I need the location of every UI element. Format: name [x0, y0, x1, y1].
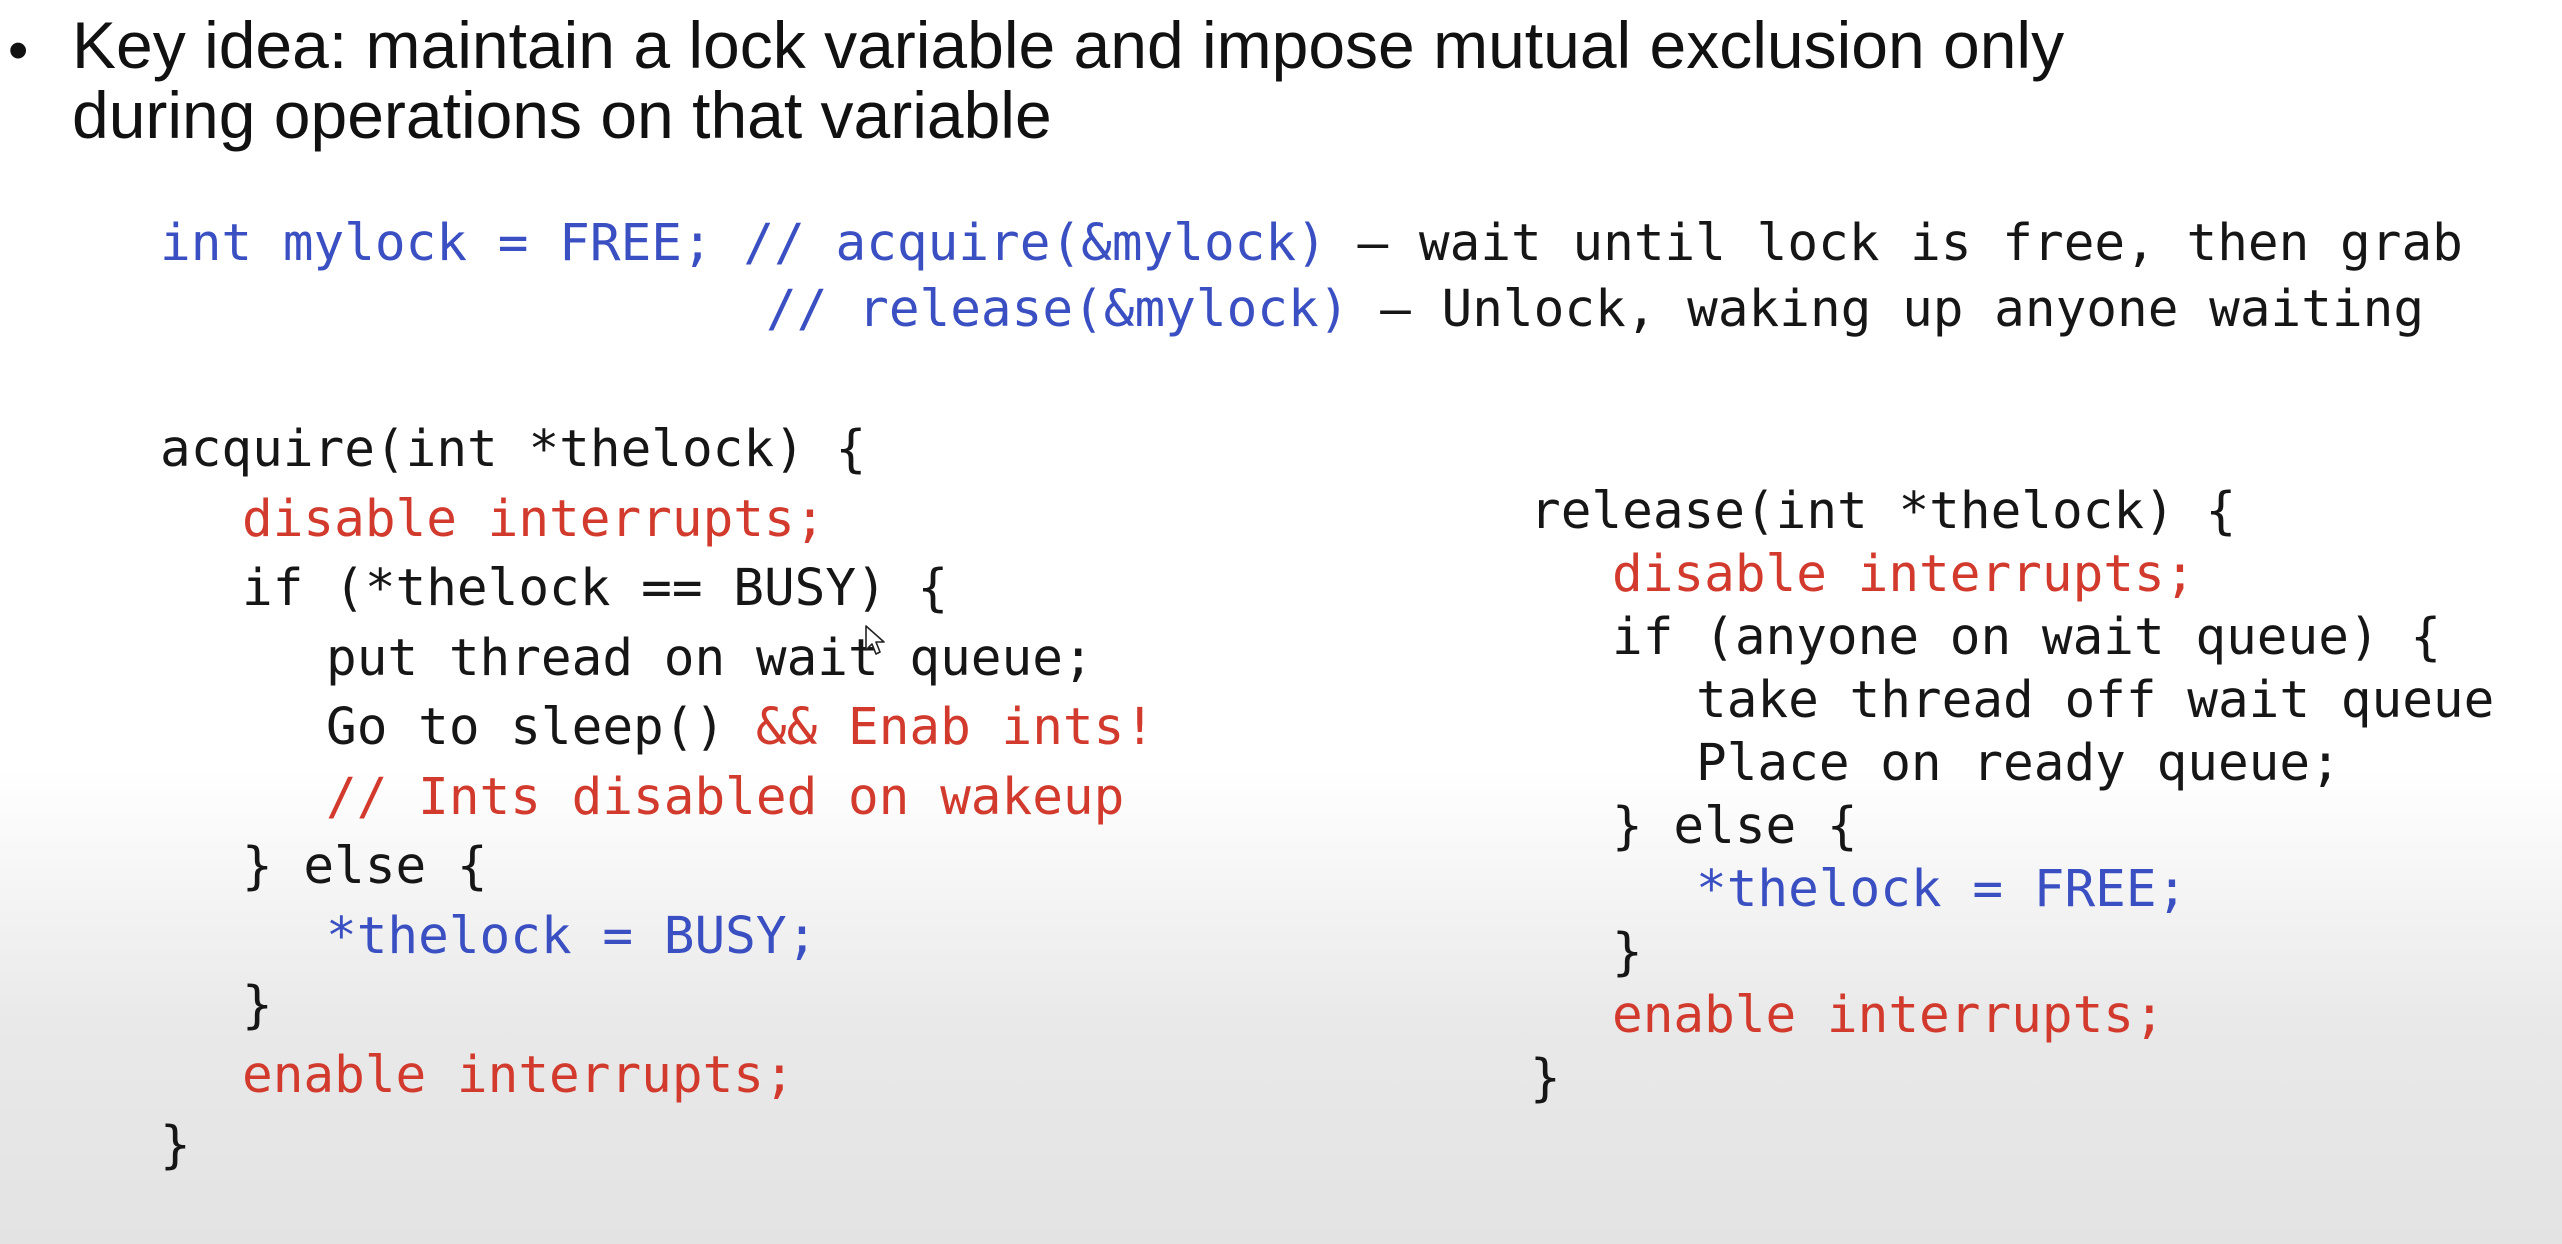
acquire-set-busy: *thelock = BUSY; [326, 907, 818, 966]
acquire-close-fn: } [160, 1116, 191, 1175]
release-close-if: } [1612, 923, 1643, 982]
release-take-thread: take thread off wait queue [1696, 671, 2495, 730]
release-header: release(int *thelock) { [1530, 482, 2237, 541]
acquire-if-busy: if (*thelock == BUSY) { [242, 559, 949, 618]
heading-line-2: during operations on that variable [72, 78, 1052, 152]
acquire-put-thread: put thread on wait queue; [326, 629, 1094, 688]
acquire-enable-interrupts: enable interrupts; [242, 1046, 795, 1105]
slide: • Key idea: maintain a lock variable and… [0, 0, 2562, 1244]
release-comment: // release(&mylock) [766, 280, 1350, 339]
lock-declaration-code: int mylock = FREE; // acquire(&mylock) –… [160, 214, 2463, 450]
release-close-fn: } [1530, 1049, 1561, 1108]
acquire-description: – wait until lock is free, then grab [1326, 214, 2463, 273]
acquire-enab-ints: && Enab ints! [725, 698, 1156, 757]
acquire-comment: // acquire(&mylock) [743, 214, 1327, 273]
acquire-else: } else { [242, 837, 488, 896]
release-enable-interrupts: enable interrupts; [1612, 986, 2165, 1045]
declaration-line-2: // release(&mylock) – Unlock, waking up … [766, 280, 2424, 339]
acquire-ints-comment: // Ints disabled on wakeup [326, 768, 1125, 827]
release-else: } else { [1612, 797, 1858, 856]
release-place-ready: Place on ready queue; [1696, 734, 2341, 793]
release-description: – Unlock, waking up anyone waiting [1349, 280, 2425, 339]
mouse-pointer-icon [865, 625, 885, 655]
release-set-free: *thelock = FREE; [1696, 860, 2188, 919]
bullet-point: • [8, 18, 29, 83]
mylock-declaration: int mylock = FREE; [160, 214, 713, 273]
acquire-close-if: } [242, 976, 273, 1035]
acquire-function-code: acquire(int *thelock) { disable interrup… [160, 420, 1155, 1187]
acquire-header: acquire(int *thelock) { [160, 420, 867, 479]
acquire-go-sleep-line: Go to sleep() && Enab ints! [326, 698, 1155, 757]
declaration-line-1: int mylock = FREE; // acquire(&mylock) –… [160, 214, 2463, 273]
acquire-go-sleep: Go to sleep() [326, 698, 726, 757]
slide-heading: Key idea: maintain a lock variable and i… [72, 10, 2064, 150]
release-disable-interrupts: disable interrupts; [1612, 545, 2196, 604]
acquire-disable-interrupts: disable interrupts; [242, 490, 826, 549]
release-function-code: release(int *thelock) { disable interrup… [1530, 482, 2494, 1190]
release-if-anyone: if (anyone on wait queue) { [1612, 608, 2442, 667]
heading-line-1: Key idea: maintain a lock variable and i… [72, 8, 2065, 82]
